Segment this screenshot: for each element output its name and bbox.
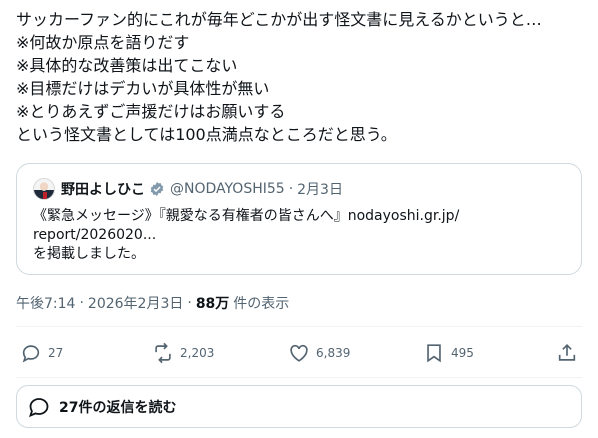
reply-icon bbox=[22, 345, 40, 363]
quoted-tweet-card[interactable]: 野田よしひこ @NODAYOSHI55 · 2月3日 《緊急メッセージ》『親愛な… bbox=[16, 163, 582, 275]
quoted-line: report/2026020... bbox=[33, 227, 157, 243]
separator-dot: · bbox=[79, 295, 84, 311]
tweet-line: ※とりあえずご声援だけはお願いする bbox=[16, 102, 286, 121]
like-button[interactable]: 6,839 bbox=[288, 340, 350, 366]
quoted-line: を掲載しました。 bbox=[33, 246, 145, 262]
tweet-meta: 午後7:14 · 2026年2月3日 · 88万 件の表示 bbox=[16, 293, 289, 313]
tweet-detail: サッカーファン的にこれが毎年どこかが出す怪文書に見えるかというと… ※何故か原点… bbox=[0, 0, 598, 438]
tweet-line: ※具体的な改善策は出てこない bbox=[16, 56, 238, 75]
repost-icon bbox=[155, 342, 171, 364]
quoted-author-handle[interactable]: @NODAYOSHI55 bbox=[170, 181, 285, 197]
bookmark-button[interactable]: 495 bbox=[423, 340, 474, 366]
read-replies-label: 27件の返信を読む bbox=[59, 399, 177, 416]
bookmark-count: 495 bbox=[451, 346, 474, 360]
tweet-text: サッカーファン的にこれが毎年どこかが出す怪文書に見えるかというと… ※何故か原点… bbox=[16, 8, 586, 146]
tweet-line: という怪文書としては100点満点なところだと思う。 bbox=[16, 125, 397, 144]
tweet-line: ※目標だけはデカいが具体性が無い bbox=[16, 79, 270, 98]
repost-count: 2,203 bbox=[180, 346, 215, 360]
separator-dot: · bbox=[187, 295, 192, 311]
quoted-tweet-date[interactable]: 2月3日 bbox=[297, 179, 343, 199]
quoted-line: 《緊急メッセージ》『親愛なる有権者の皆さんへ』nodayoshi.gr.jp/ bbox=[33, 208, 460, 224]
share-icon bbox=[558, 344, 576, 361]
repost-button[interactable]: 2,203 bbox=[152, 340, 214, 366]
quoted-author-name[interactable]: 野田よしひこ bbox=[61, 179, 145, 199]
quoted-tweet-header: 野田よしひこ @NODAYOSHI55 · 2月3日 bbox=[33, 178, 343, 200]
tweet-line: ※何故か原点を語りだす bbox=[16, 33, 190, 52]
bookmark-icon bbox=[427, 344, 441, 363]
tweet-time[interactable]: 午後7:14 bbox=[16, 293, 75, 313]
like-icon bbox=[290, 344, 308, 362]
share-button[interactable] bbox=[556, 340, 578, 366]
avatar[interactable] bbox=[33, 178, 55, 200]
tweet-line: サッカーファン的にこれが毎年どこかが出す怪文書に見えるかというと… bbox=[16, 10, 542, 29]
views-label: 件の表示 bbox=[233, 296, 290, 312]
divider bbox=[16, 326, 582, 327]
separator-dot: · bbox=[288, 181, 294, 197]
read-replies-button[interactable]: 27件の返信を読む bbox=[16, 385, 582, 428]
action-bar: 27 2,203 6,839 495 bbox=[0, 340, 598, 366]
divider bbox=[16, 377, 582, 378]
reply-count: 27 bbox=[48, 346, 64, 360]
verified-icon bbox=[150, 182, 164, 196]
reply-button[interactable]: 27 bbox=[20, 340, 63, 366]
quoted-tweet-text: 《緊急メッセージ》『親愛なる有権者の皆さんへ』nodayoshi.gr.jp/ … bbox=[33, 207, 573, 264]
tweet-date[interactable]: 2026年2月3日 bbox=[88, 293, 183, 313]
like-count: 6,839 bbox=[316, 346, 351, 360]
speech-bubble-icon bbox=[29, 397, 49, 417]
views-count: 88万 bbox=[195, 296, 230, 312]
